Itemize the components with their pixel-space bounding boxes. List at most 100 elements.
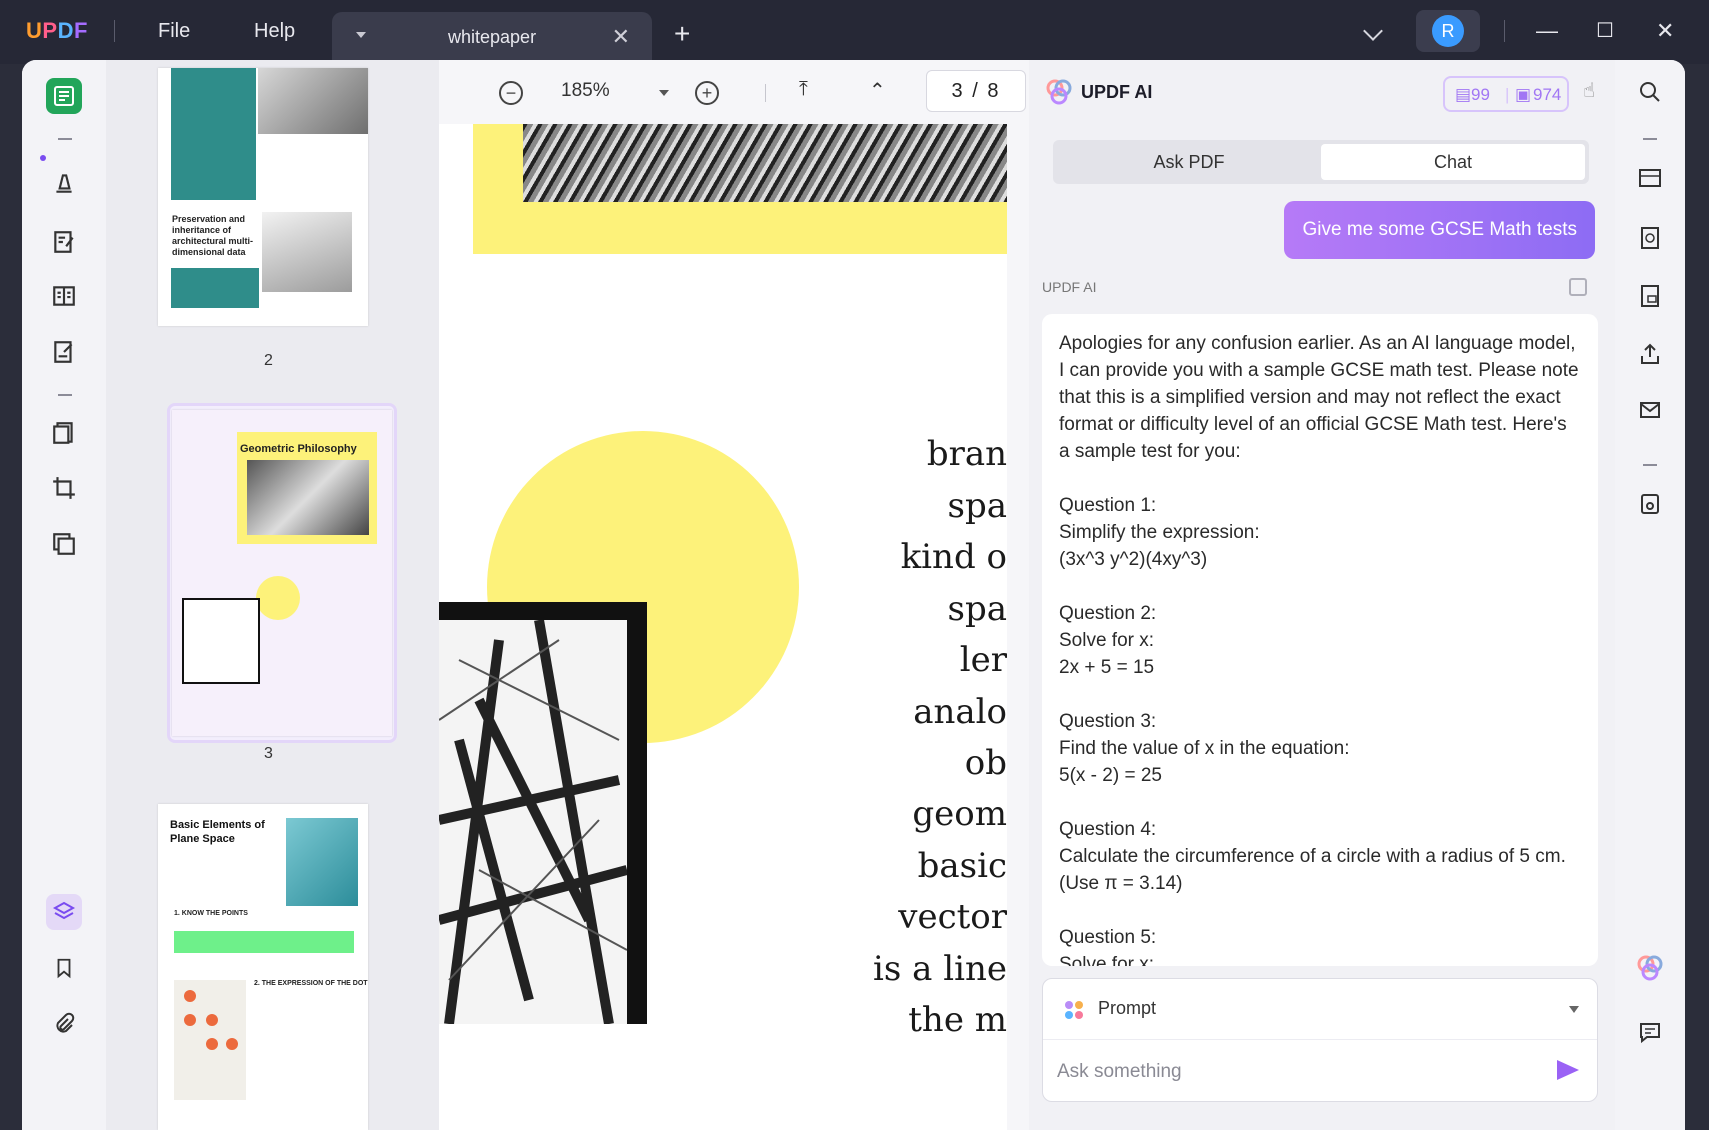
tab-ask-pdf[interactable]: Ask PDF (1057, 144, 1321, 180)
thumbnail-number: 2 (264, 352, 273, 369)
hand-icon[interactable]: ☝ (1583, 78, 1595, 103)
copy-icon[interactable] (1569, 278, 1587, 296)
chat-credits-icon: ▣ (1515, 85, 1532, 104)
zoom-level[interactable]: 185% (561, 80, 610, 102)
previous-page-icon[interactable]: ⌃ (869, 78, 886, 103)
menu-help[interactable]: Help (254, 20, 295, 43)
convert-icon[interactable] (46, 415, 82, 451)
zoom-out-icon[interactable]: − (499, 81, 523, 105)
credits-badge[interactable]: ▤ 99 | ▣ 974 (1443, 76, 1569, 112)
crop-icon[interactable] (46, 470, 82, 506)
ai-sender-label: UPDF AI (1042, 279, 1097, 295)
zoom-dropdown-icon[interactable] (659, 90, 669, 96)
page-tools-icon[interactable] (46, 526, 82, 562)
document-text-line: geom (912, 794, 1007, 834)
document-text-line: vector (898, 897, 1007, 937)
bookmark-icon[interactable] (46, 950, 82, 986)
menu-file[interactable]: File (158, 20, 190, 43)
page-indicator[interactable]: 3 / 8 (926, 70, 1026, 112)
document-tab[interactable]: whitepaper ✕ (332, 12, 652, 64)
tab-dropdown-icon[interactable] (356, 32, 366, 38)
answer-question: Question 2: Solve for x: 2x + 5 = 15 (1059, 603, 1157, 678)
ai-answer: Apologies for any confusion earlier. As … (1042, 314, 1598, 966)
thumbnail-number: 3 (264, 745, 273, 762)
ocr-icon[interactable] (1632, 160, 1668, 196)
reader-icon[interactable] (46, 78, 82, 114)
photo-frame (439, 602, 647, 1025)
ai-panel: UPDF AI ▤ 99 | ▣ 974 ☝ Ask PDF Chat Give… (1029, 60, 1615, 1130)
toolbar-divider (58, 394, 72, 396)
thumbnail-image (182, 598, 260, 684)
document-text-line: basic (917, 846, 1007, 886)
share-icon[interactable] (1632, 336, 1668, 372)
close-icon[interactable]: ✕ (612, 24, 630, 50)
document-canvas: bran spa kind o spa ler analo ob geom ba… (439, 124, 1007, 1130)
fill-sign-icon[interactable] (46, 334, 82, 370)
organize-pages-icon[interactable] (46, 278, 82, 314)
thumbnail-image (258, 68, 368, 134)
thumbnail-page-4[interactable]: Basic Elements of Plane Space 1. KNOW TH… (158, 804, 368, 1130)
answer-question: Question 5: Solve for x: (1059, 927, 1157, 966)
updf-ai-logo-icon (1045, 78, 1073, 106)
left-toolbar (22, 60, 106, 1130)
layers-icon[interactable] (46, 894, 82, 930)
thumbnail-image (262, 212, 352, 292)
prompt-box: Prompt (1042, 978, 1598, 1102)
prompt-selector[interactable]: Prompt (1043, 979, 1597, 1039)
ask-row (1043, 1039, 1597, 1101)
credits-divider: | (1505, 85, 1510, 104)
document-text-line: kind o (900, 537, 1007, 577)
chevron-down-icon[interactable] (1569, 1006, 1579, 1013)
thumbnail-page-2[interactable]: Preservation and inheritance of architec… (158, 68, 368, 326)
chevron-down-icon[interactable] (1363, 21, 1383, 41)
user-message: Give me some GCSE Math tests (1284, 201, 1595, 259)
convert-pdf-icon[interactable] (1632, 220, 1668, 256)
save-icon[interactable] (1632, 486, 1668, 522)
tab-chat[interactable]: Chat (1321, 144, 1585, 180)
document-text-line: bran (926, 434, 1007, 474)
window-close-icon[interactable]: ✕ (1656, 18, 1674, 44)
toolbar-divider (1643, 138, 1657, 140)
ai-mode-tabs: Ask PDF Chat (1053, 140, 1589, 184)
document-text-line: spa (947, 589, 1007, 629)
thumbnail-heading: Basic Elements of Plane Space (170, 819, 265, 845)
add-tab-icon[interactable]: + (674, 20, 690, 48)
document-text-line: is a line (873, 949, 1007, 989)
thumbnail-teal-block (171, 268, 259, 308)
pdf-credits: 99 (1471, 85, 1490, 104)
ai-panel-title: UPDF AI (1081, 82, 1153, 102)
tab-title: whitepaper (448, 27, 537, 47)
toolbar-divider (58, 138, 72, 140)
prompt-dots-icon (1063, 999, 1085, 1021)
active-indicator (40, 155, 46, 161)
title-bar: UPDF File Help whitepaper ✕ + R — ☐ ✕ (0, 0, 1709, 64)
thumbnail-page-3[interactable]: Geometric Philosophy (172, 410, 392, 736)
toolbar-divider (765, 84, 766, 102)
document-text-line: ler (959, 640, 1007, 680)
send-icon[interactable] (1557, 1060, 1579, 1080)
title-separator (114, 20, 115, 42)
comment-list-icon[interactable] (1632, 1014, 1668, 1050)
comment-icon[interactable] (46, 165, 82, 201)
maximize-icon[interactable]: ☐ (1596, 18, 1614, 43)
account-button[interactable]: R (1416, 10, 1480, 52)
ask-input[interactable] (1057, 1054, 1527, 1090)
answer-paragraph: Apologies for any confusion earlier. As … (1059, 333, 1579, 462)
protect-icon[interactable] (1632, 278, 1668, 314)
page-total: 8 (987, 80, 1001, 102)
search-icon[interactable] (1632, 74, 1668, 110)
thumbnail-teal-block (171, 68, 256, 200)
document-text-line: ob (964, 743, 1007, 783)
document-text-line: spa (947, 486, 1007, 526)
minimize-icon[interactable]: — (1536, 18, 1558, 44)
email-icon[interactable] (1632, 392, 1668, 428)
attachment-icon[interactable] (46, 1006, 82, 1042)
zoom-in-icon[interactable]: + (695, 81, 719, 105)
document-toolbar: − 185% + ⤒ ⌃ 3 / 8 (439, 60, 1026, 124)
first-page-icon[interactable]: ⤒ (799, 78, 808, 101)
edit-pdf-icon[interactable] (46, 224, 82, 260)
toolbar-divider (1643, 464, 1657, 466)
thumbnail-image (174, 980, 246, 1100)
updf-ai-icon[interactable] (1632, 950, 1668, 986)
thumbnail-heading: Geometric Philosophy (240, 443, 357, 455)
